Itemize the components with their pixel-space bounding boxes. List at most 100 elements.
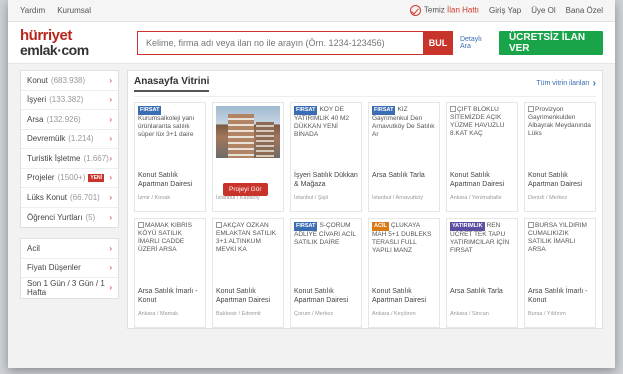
listing-category: Konut Satılık Apartman Dairesi — [372, 288, 427, 304]
logo-line-1: hürriyet — [20, 27, 72, 44]
login-link[interactable]: Giriş Yap — [489, 6, 521, 15]
broken-image-icon — [528, 222, 534, 228]
listing-thumbnail[interactable]: ACİL ÇLÜKAYA MAH 5+1 DUBLEKS TERASLI FULL… — [372, 222, 436, 274]
broken-image-icon — [138, 222, 144, 228]
search-button[interactable]: BUL — [422, 30, 453, 55]
listing-thumbnail[interactable]: FIRSATKurumsalkoleji yanı ürünlaranta sa… — [138, 106, 202, 158]
listing-thumbnail[interactable]: BURSA YILDIRIM CUMALIKIZIK SATILIK İMARL… — [528, 222, 592, 274]
listing-location: Ankara / Sincan — [450, 311, 489, 317]
listing-title: Provizyon Gayrimenkulden Albayrak Meydan… — [528, 106, 591, 137]
listing-card[interactable]: MAMAK KIBRIS KÖYÜ SATILIK İMARLI CADDE Ü… — [134, 218, 206, 328]
help-link[interactable]: Yardım — [20, 6, 45, 15]
chevron-right-icon: › — [109, 95, 112, 105]
listing-title: BURSA YILDIRIM CUMALIKIZIK SATILIK İMARL… — [528, 222, 587, 253]
chevron-right-icon: › — [109, 263, 112, 273]
listing-title: AKÇAY ÖZKAN EMLAKTAN SATILIK 3+1 ALTINKU… — [216, 222, 277, 253]
listing-photo[interactable] — [216, 106, 280, 158]
listing-card[interactable]: YATIRIMLIK REN ÜCRET TEK TAPU YATIRIMCILA… — [446, 218, 518, 328]
for-me-link[interactable]: Bana Özel — [566, 6, 603, 15]
filter-list: Acil › Fiyatı Düşenler › Son 1 Gün / 3 Gün /… — [20, 238, 119, 299]
sidebar-item-label: Turistik İşletme — [27, 153, 81, 163]
sidebar-filter-item[interactable]: Acil › — [21, 239, 118, 259]
listing-category: Konut Satılık Apartman Dairesi — [216, 288, 271, 304]
sidebar-item[interactable]: Arsa (132.926) › — [21, 110, 118, 130]
listing-card[interactable]: AKÇAY ÖZKAN EMLAKTAN SATILIK 3+1 ALTINKU… — [212, 218, 284, 328]
listing-title: Kurumsalkoleji yanı ürünlaranta satılık … — [138, 114, 195, 138]
listing-card[interactable]: FIRSAT S-ÇORUM ADLİYE CİVARI ACİL SATILIK… — [290, 218, 362, 328]
listing-card[interactable]: FIRSAT KIZ Gayrimenkul Den Arnavutköy De … — [368, 102, 440, 212]
listing-thumbnail[interactable]: YATIRIMLIK REN ÜCRET TEK TAPU YATIRIMCILA… — [450, 222, 514, 274]
sidebar-item-label: Fiyatı Düşenler — [27, 263, 81, 273]
listing-location: Ankara / Yenimahalle — [450, 195, 502, 201]
listing-location: Ankara / Keçiören — [372, 311, 416, 317]
listing-badge: ACİL — [372, 222, 389, 231]
listing-card[interactable]: Provizyon Gayrimenkulden Albayrak Meydan… — [524, 102, 596, 212]
chevron-right-icon: › — [109, 192, 112, 202]
showcase-panel: Anasayfa Vitrini Tüm vitrin ilanları › F… — [127, 70, 603, 329]
listing-badge: FIRSAT — [294, 106, 318, 115]
browser-frame: Yardım Kurumsal Temiz İlan Hattı Giriş Y… — [8, 0, 615, 368]
site-logo[interactable]: hürriyet emlak·com — [20, 28, 113, 57]
ad-line-label: İlan Hattı — [447, 5, 480, 15]
chevron-right-icon: › — [109, 75, 112, 85]
chevron-right-icon: › — [109, 153, 112, 163]
listing-thumbnail[interactable]: FIRSAT KÖY DE YATIRIMLIK 40 M2 DÜKKAN YEN… — [294, 106, 358, 158]
search-input[interactable] — [136, 30, 423, 55]
listing-thumbnail[interactable]: FIRSAT KIZ Gayrimenkul Den Arnavutköy De … — [372, 106, 436, 158]
search-bar: BUL — [136, 30, 453, 55]
sidebar-filter-item[interactable]: Fiyatı Düşenler › — [21, 259, 118, 278]
listing-category: Arsa Satılık İmarlı - Konut — [138, 288, 198, 304]
chevron-right-icon: › — [109, 283, 112, 293]
broken-image-icon — [528, 106, 534, 112]
sidebar-item-count: (1.667) — [83, 153, 109, 163]
chevron-right-icon: › — [109, 173, 112, 183]
corporate-link[interactable]: Kurumsal — [57, 6, 91, 15]
sidebar-item[interactable]: Projeler (1500+) YENİ › — [21, 169, 118, 188]
all-showcase-link[interactable]: Tüm vitrin ilanları › — [536, 78, 596, 89]
listing-card[interactable]: Projeyi Gör İstanbul / Kadıköy — [212, 102, 284, 212]
listing-location: Çorum / Merkez — [294, 311, 334, 317]
broken-image-icon — [450, 106, 456, 112]
listing-location: Bursa / Yıldırım — [528, 311, 566, 317]
listing-thumbnail[interactable]: ÇİFT BLOKLU SİTEMİZDE AÇIK YÜZME HAVUZLU… — [450, 106, 514, 158]
listing-thumbnail[interactable]: AKÇAY ÖZKAN EMLAKTAN SATILIK 3+1 ALTINKU… — [216, 222, 280, 274]
sidebar-item[interactable]: Konut (683.938) › — [21, 71, 118, 91]
listing-thumbnail[interactable]: FIRSAT S-ÇORUM ADLİYE CİVARI ACİL SATILIK… — [294, 222, 358, 274]
sidebar-item-count: (66.701) — [70, 192, 100, 202]
listing-card[interactable]: FIRSATKurumsalkoleji yanı ürünlaranta sa… — [134, 102, 206, 212]
listing-thumbnail[interactable]: MAMAK KIBRIS KÖYÜ SATILIK İMARLI CADDE Ü… — [138, 222, 202, 274]
listing-card[interactable]: FIRSAT KÖY DE YATIRIMLIK 40 M2 DÜKKAN YEN… — [290, 102, 362, 212]
signup-link[interactable]: Üye Ol — [531, 6, 555, 15]
sidebar-item[interactable]: Turistik İşletme (1.667) › — [21, 149, 118, 169]
clean-ad-line-link[interactable]: Temiz İlan Hattı — [409, 5, 480, 16]
chevron-right-icon: › — [109, 243, 112, 253]
listing-card[interactable]: ACİL ÇLÜKAYA MAH 5+1 DUBLEKS TERASLI FULL… — [368, 218, 440, 328]
sidebar-item[interactable]: Devremülk (1.214) › — [21, 130, 118, 149]
listing-title: ÇİFT BLOKLU SİTEMİZDE AÇIK YÜZME HAVUZLU… — [450, 106, 505, 137]
detailed-search-link[interactable]: Detaylı Ara — [460, 36, 489, 50]
sidebar-item-label: Arsa — [27, 114, 44, 124]
listing-location: Balıkesir / Edremit — [216, 311, 261, 317]
post-free-ad-button[interactable]: ÜCRETSİZ İLAN VER — [498, 30, 603, 55]
listing-card[interactable]: ÇİFT BLOKLU SİTEMİZDE AÇIK YÜZME HAVUZLU… — [446, 102, 518, 212]
listing-card[interactable]: BURSA YILDIRIM CUMALIKIZIK SATILIK İMARL… — [524, 218, 596, 328]
sidebar-item[interactable]: İşyeri (133.382) › — [21, 91, 118, 110]
chevron-right-icon: › — [109, 114, 112, 124]
site-header: hürriyet emlak·com BUL Detaylı Ara ÜCRET… — [8, 22, 615, 64]
sidebar-item-label: İşyeri — [27, 95, 47, 105]
sidebar-item-label: Öğrenci Yurtları — [27, 212, 83, 222]
listing-badge: YATIRIMLIK — [450, 222, 485, 231]
listing-location: Denizli / Merkez — [528, 195, 568, 201]
sidebar-item[interactable]: Öğrenci Yurtları (5) › — [21, 208, 118, 228]
sidebar-item-count: (132.926) — [46, 114, 81, 124]
listing-category: Arsa Satılık Tarla — [450, 288, 503, 295]
sidebar-item[interactable]: Lüks Konut (66.701) › — [21, 188, 118, 208]
listing-thumbnail[interactable]: Provizyon Gayrimenkulden Albayrak Meydan… — [528, 106, 592, 158]
chevron-right-icon: › — [592, 78, 596, 89]
view-project-button[interactable]: Projeyi Gör — [223, 183, 268, 196]
sidebar-item-label: Konut — [27, 75, 48, 85]
listing-category: Arsa Satılık Tarla — [372, 172, 425, 179]
chevron-right-icon: › — [109, 212, 112, 222]
sidebar-filter-item[interactable]: Son 1 Gün / 3 Gün / 1 Hafta › — [21, 278, 118, 298]
sidebar-item-count: (1500+) — [57, 173, 86, 183]
